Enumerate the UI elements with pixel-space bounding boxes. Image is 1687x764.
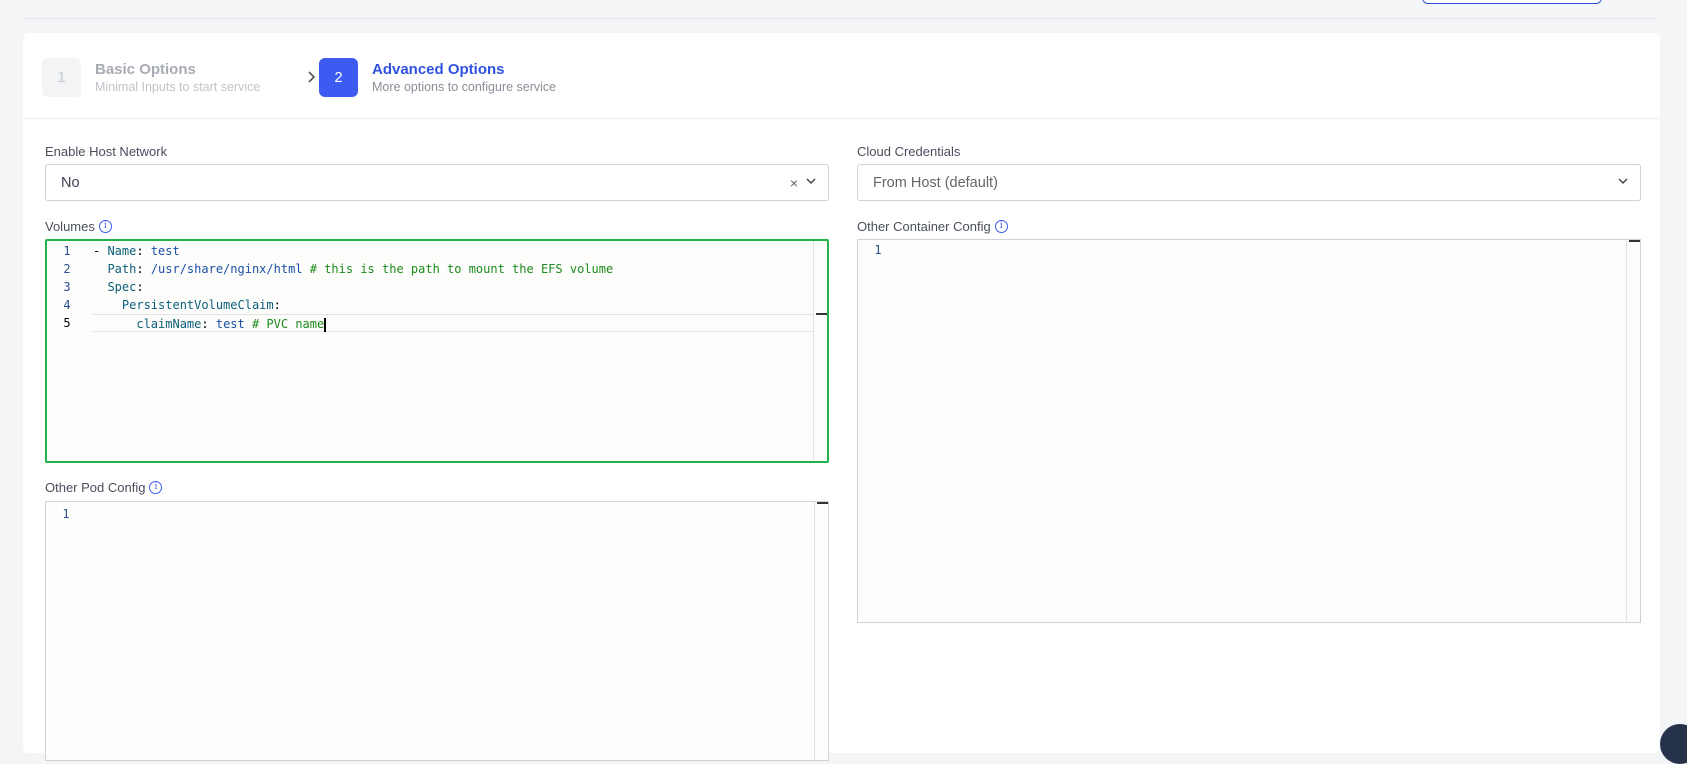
host-network-label-text: Enable Host Network xyxy=(45,144,168,159)
line-number-gutter: 1 2 3 4 5 xyxy=(47,242,87,332)
line-number: 4 xyxy=(63,298,71,312)
yaml-value: test xyxy=(150,244,180,258)
other-container-config-label-text: Other Container Config xyxy=(857,219,991,234)
close-icon[interactable]: × xyxy=(790,175,798,191)
step-subtitle: Minimal Inputs to start service xyxy=(95,80,261,94)
line-number: 1 xyxy=(874,243,882,257)
top-action-button[interactable] xyxy=(1422,0,1602,4)
code-line: Path: /usr/share/nginx/html # this is th… xyxy=(93,260,813,278)
code-indent: - xyxy=(93,244,108,258)
step-title: Basic Options xyxy=(95,61,196,78)
stepper: 1 Basic Options Minimal Inputs to start … xyxy=(23,33,1660,119)
yaml-key: Spec xyxy=(107,280,137,294)
volumes-code-editor[interactable]: 1 2 3 4 5 - Name: test Path: /usr/share/… xyxy=(45,239,829,463)
step-subtitle: More options to configure service xyxy=(372,80,557,94)
other-pod-config-label-text: Other Pod Config xyxy=(45,480,146,495)
info-icon[interactable]: i xyxy=(98,220,112,233)
host-network-label: Enable Host Network xyxy=(45,144,167,159)
yaml-separator: : xyxy=(201,317,216,331)
step-title: Advanced Options xyxy=(372,61,505,78)
editor-scrollbar[interactable] xyxy=(813,241,827,461)
cloud-credentials-label: Cloud Credentials xyxy=(857,144,960,159)
line-number-gutter: 1 xyxy=(858,241,898,259)
scroll-position-marker xyxy=(816,313,827,315)
yaml-key: Name xyxy=(107,244,137,258)
yaml-separator: : xyxy=(273,298,281,312)
cloud-credentials-select[interactable]: From Host (default) xyxy=(857,164,1641,201)
yaml-key: Path xyxy=(107,262,137,276)
other-pod-config-editor[interactable]: 1 xyxy=(45,501,829,761)
yaml-key: PersistentVolumeClaim xyxy=(121,298,274,312)
step-basic-options[interactable]: 1 Basic Options Minimal Inputs to start … xyxy=(42,58,260,97)
line-number: 1 xyxy=(63,244,71,258)
yaml-separator: : xyxy=(136,280,144,294)
text-cursor xyxy=(324,317,327,332)
scroll-position-marker xyxy=(1629,240,1640,242)
volumes-label: Volumes i xyxy=(45,219,112,234)
code-content[interactable]: - Name: test Path: /usr/share/nginx/html… xyxy=(93,242,813,332)
service-form-card: 1 Basic Options Minimal Inputs to start … xyxy=(23,33,1660,761)
yaml-comment: # this is the path to mount the EFS volu… xyxy=(302,262,614,276)
info-icon[interactable]: i xyxy=(149,481,163,494)
line-number: 5 xyxy=(63,316,71,330)
cloud-credentials-label-text: Cloud Credentials xyxy=(857,144,961,159)
host-network-select[interactable]: No × xyxy=(45,164,829,201)
editor-scrollbar[interactable] xyxy=(1626,240,1640,622)
line-number: 3 xyxy=(63,280,71,294)
editor-scrollbar[interactable] xyxy=(814,502,828,760)
yaml-value: /usr/share/nginx/html xyxy=(150,262,303,276)
chevron-down-icon[interactable] xyxy=(1618,177,1628,188)
code-line-active: claimName: test # PVC name xyxy=(93,314,813,332)
other-pod-config-label: Other Pod Config i xyxy=(45,480,163,495)
info-icon[interactable]: i xyxy=(994,220,1008,233)
yaml-key: claimName xyxy=(136,317,202,331)
yaml-separator: : xyxy=(136,244,151,258)
scroll-position-marker xyxy=(817,502,828,504)
cloud-credentials-value: From Host (default) xyxy=(873,174,998,191)
code-line: - Name: test xyxy=(93,242,813,260)
host-network-value: No xyxy=(61,174,80,191)
yaml-value: test xyxy=(215,317,245,331)
line-number: 1 xyxy=(62,507,70,521)
chevron-right-icon xyxy=(303,69,319,85)
line-number: 2 xyxy=(63,262,71,276)
chevron-down-icon[interactable] xyxy=(806,177,816,188)
code-line: Spec: xyxy=(93,278,813,296)
other-container-config-label: Other Container Config i xyxy=(857,219,1008,234)
line-number-gutter: 1 xyxy=(46,505,86,523)
other-container-config-editor[interactable]: 1 xyxy=(857,239,1641,623)
step-number: 2 xyxy=(319,58,358,97)
volumes-label-text: Volumes xyxy=(45,219,95,234)
code-line: PersistentVolumeClaim: xyxy=(93,296,813,314)
header-divider xyxy=(22,18,1658,19)
chat-widget-button[interactable] xyxy=(1660,724,1687,764)
yaml-separator: : xyxy=(136,262,151,276)
step-advanced-options[interactable]: 2 Advanced Options More options to confi… xyxy=(319,58,556,97)
yaml-comment: # PVC name xyxy=(244,317,325,331)
step-number: 1 xyxy=(42,58,81,97)
